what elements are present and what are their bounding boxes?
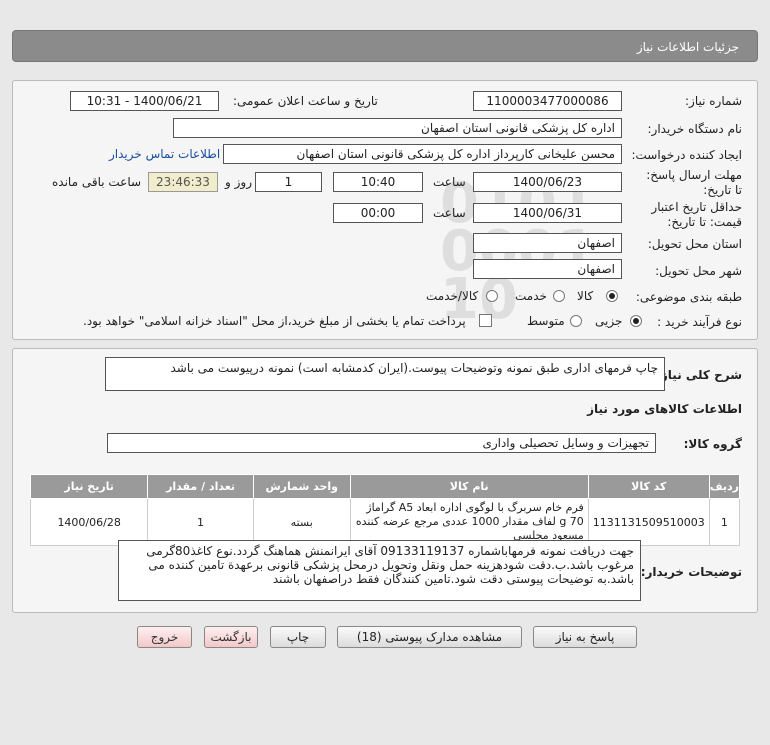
col-header-row: ردیف	[708, 474, 741, 499]
category-option-service: خدمت	[515, 289, 547, 303]
col-header-date: تاریخ نیاز	[29, 474, 149, 499]
summary-text: چاپ فرمهای اداری طبق نمونه وتوضیحات پیوس…	[105, 357, 665, 391]
city-label: شهر محل تحویل:	[655, 264, 742, 278]
validity-label: حداقل تاریخ اعتبار قیمت: تا تاریخ:	[651, 200, 742, 229]
category-label: طبقه بندی موضوعی:	[635, 290, 742, 304]
days-field: 1	[255, 172, 322, 192]
cell-row: 1	[708, 498, 741, 546]
reply-button[interactable]: پاسخ به نیاز	[533, 626, 637, 648]
process-radio-minor[interactable]	[630, 315, 642, 327]
print-button[interactable]: چاپ	[270, 626, 326, 648]
validity-time-label: ساعت	[433, 206, 466, 220]
cell-qty: 1	[147, 498, 254, 546]
summary-label: شرح کلی نیاز:	[656, 368, 742, 382]
table-row: 1 1131131509510003 فرم خام سربرگ با لوگو…	[29, 498, 741, 546]
view-documents-button[interactable]: مشاهده مدارک پیوستی (18)	[337, 626, 522, 648]
creator-label: ایجاد کننده درخواست:	[631, 148, 742, 162]
back-button[interactable]: بازگشت	[204, 626, 258, 648]
remaining-timer: 23:46:33	[148, 172, 218, 192]
cell-unit: بسته	[252, 498, 351, 546]
process-option-medium: متوسط	[527, 314, 565, 328]
buyer-org-label: نام دستگاه خریدار:	[647, 122, 743, 136]
category-option-goods-service: کالا/خدمت	[426, 289, 479, 303]
goods-table: ردیف کد کالا نام کالا واحد شمارش تعداد /…	[29, 474, 741, 546]
creator-field: محسن علیخانی کارپرداز اداره کل پزشکی قان…	[223, 144, 622, 164]
col-header-name: نام کالا	[349, 474, 589, 499]
buyer-notes-label: توضیحات خریدار:	[640, 565, 742, 579]
process-option-minor: جزیی	[595, 314, 623, 328]
province-field: اصفهان	[473, 233, 622, 253]
deadline-label: مهلت ارسال پاسخ: تا تاریخ:	[646, 168, 742, 197]
cell-date: 1400/06/28	[29, 498, 149, 546]
treasury-checkbox[interactable]	[479, 314, 492, 327]
process-radio-medium[interactable]	[570, 315, 582, 327]
category-radio-goods[interactable]	[606, 290, 618, 302]
deadline-date-field: 1400/06/23	[473, 172, 622, 192]
exit-button[interactable]: خروج	[137, 626, 192, 648]
page-title: جزئیات اطلاعات نیاز	[636, 40, 739, 54]
goods-group-label: گروه کالا:	[683, 437, 742, 451]
announce-label: تاریخ و ساعت اعلان عمومی:	[233, 94, 378, 108]
col-header-qty: تعداد / مقدار	[147, 474, 254, 499]
deadline-time-label: ساعت	[433, 175, 466, 189]
category-option-goods: کالا	[577, 289, 594, 303]
deadline-time-field: 10:40	[333, 172, 423, 192]
col-header-unit: واحد شمارش	[252, 474, 351, 499]
need-number-label: شماره نیاز:	[685, 94, 742, 108]
payment-note: پرداخت تمام یا بخشی از مبلغ خرید،از محل …	[83, 314, 466, 328]
announce-field: 1400/06/21 - 10:31	[70, 91, 219, 111]
days-label: روز و	[225, 175, 252, 189]
remaining-label: ساعت باقی مانده	[52, 175, 142, 189]
province-label: استان محل تحویل:	[647, 237, 742, 251]
goods-group-field: تجهیزات و وسایل تحصیلی واداری	[107, 433, 656, 453]
col-header-code: کد کالا	[587, 474, 710, 499]
buyer-org-field: اداره کل پزشکی قانونی استان اصفهان	[173, 118, 622, 138]
category-radio-goods-service[interactable]	[486, 290, 498, 302]
validity-date-field: 1400/06/31	[473, 203, 622, 223]
contact-buyer-link[interactable]: اطلاعات تماس خریدار	[109, 147, 220, 161]
goods-section-title: اطلاعات کالاهای مورد نیاز	[587, 402, 742, 416]
city-field: اصفهان	[473, 259, 622, 279]
process-label: نوع فرآیند خرید :	[657, 315, 742, 329]
cell-code: 1131131509510003	[587, 498, 710, 546]
cell-name: فرم خام سربرگ با لوگوی اداره ابعاد A5 گر…	[349, 498, 589, 546]
page-header: جزئیات اطلاعات نیاز	[12, 30, 758, 62]
goods-table-header: ردیف کد کالا نام کالا واحد شمارش تعداد /…	[29, 474, 741, 499]
goods-table-wrapper: ردیف کد کالا نام کالا واحد شمارش تعداد /…	[29, 474, 741, 546]
need-number-field: 1100003477000086	[473, 91, 622, 111]
buyer-notes-text: جهت دریافت نمونه فرمهاباشماره 0913311913…	[118, 540, 641, 601]
validity-time-field: 00:00	[333, 203, 423, 223]
category-radio-service[interactable]	[553, 290, 565, 302]
